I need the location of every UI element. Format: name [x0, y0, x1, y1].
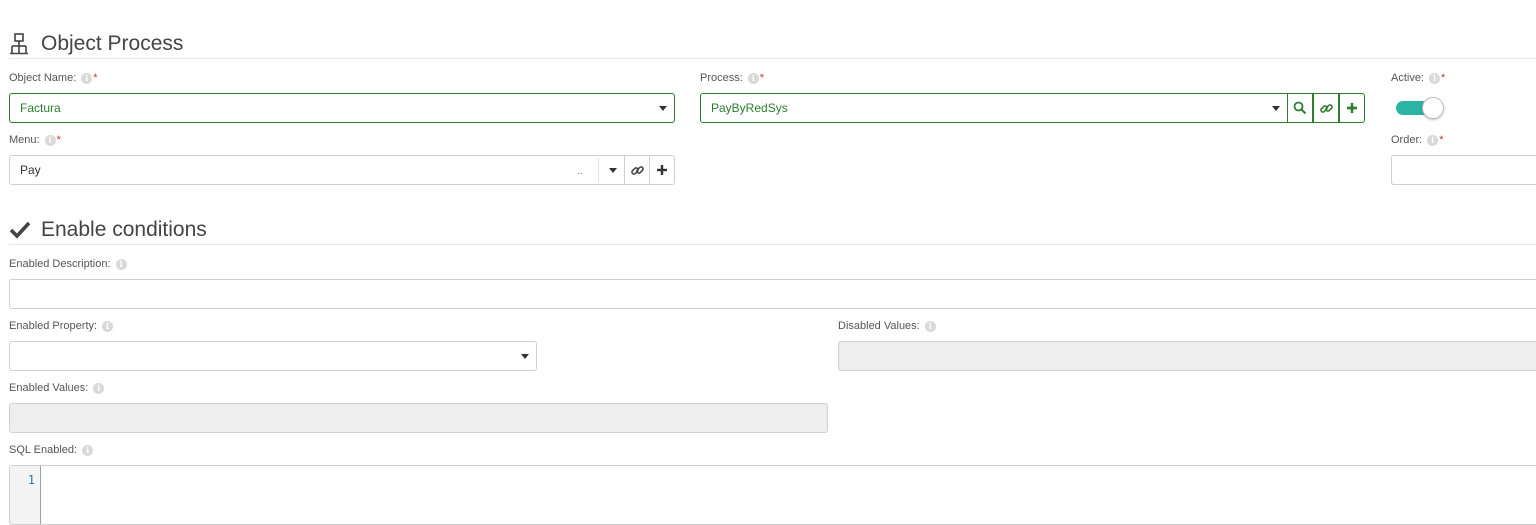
active-label-text: Active:: [1391, 72, 1425, 84]
section-divider: [9, 244, 1536, 245]
chevron-down-icon[interactable]: [659, 106, 667, 111]
sitemap-icon: [9, 33, 31, 55]
search-icon: [1293, 101, 1307, 115]
section-title-object-process: Object Process: [41, 32, 184, 55]
enabled-values-input[interactable]: [9, 403, 828, 433]
section-title-enable-conditions: Enable conditions: [41, 218, 207, 241]
link-icon: [630, 165, 644, 175]
sql-enabled-editor[interactable]: 1: [9, 465, 1536, 525]
info-icon[interactable]: i: [102, 320, 114, 332]
object-name-value: Factura: [20, 101, 61, 115]
enabled-values-label-text: Enabled Values:: [9, 382, 89, 394]
field-separator: [598, 158, 599, 182]
info-icon[interactable]: i: [1427, 134, 1439, 146]
section-divider: [9, 58, 1536, 59]
order-input[interactable]: [1391, 155, 1536, 185]
sql-enabled-label: SQL Enabled: i: [9, 444, 94, 456]
enabled-description-input[interactable]: [9, 279, 1536, 309]
enable-conditions-header: Enable conditions: [9, 217, 207, 243]
disabled-values-label-text: Disabled Values:: [838, 320, 920, 332]
process-select[interactable]: PayByRedSys: [700, 93, 1288, 123]
plus-icon: [1347, 103, 1357, 113]
enabled-property-label: Enabled Property: i: [9, 320, 114, 332]
enabled-description-label: Enabled Description: i: [9, 258, 127, 270]
object-process-header: Object Process: [9, 31, 183, 57]
enabled-property-select[interactable]: [9, 341, 537, 371]
chevron-down-icon[interactable]: [1272, 106, 1280, 111]
menu-select[interactable]: Pay ..: [9, 155, 625, 185]
menu-truncation: ..: [577, 166, 583, 177]
info-icon[interactable]: i: [81, 72, 93, 84]
menu-value: Pay: [20, 163, 41, 177]
required-marker: *: [56, 134, 61, 146]
line-number: 1: [27, 473, 35, 487]
menu-label: Menu: i *: [9, 134, 61, 146]
process-search-button[interactable]: [1287, 93, 1313, 123]
object-name-select[interactable]: Factura: [9, 93, 675, 123]
required-marker: *: [93, 72, 98, 84]
info-icon[interactable]: i: [44, 134, 56, 146]
sql-enabled-label-text: SQL Enabled:: [9, 444, 78, 456]
menu-add-button[interactable]: [649, 155, 675, 185]
checkmark-icon: [9, 219, 31, 241]
object-name-label: Object Name: i *: [9, 72, 98, 84]
enabled-values-label: Enabled Values: i: [9, 382, 105, 394]
link-icon: [1319, 103, 1333, 113]
menu-label-text: Menu:: [9, 134, 40, 146]
required-marker: *: [759, 72, 765, 84]
info-icon[interactable]: i: [93, 382, 105, 394]
required-marker: *: [1441, 72, 1446, 84]
info-icon[interactable]: i: [924, 320, 936, 332]
menu-link-button[interactable]: [624, 155, 650, 185]
active-toggle[interactable]: [1396, 96, 1446, 120]
process-label-text: Process:: [700, 72, 743, 84]
object-name-label-text: Object Name:: [9, 72, 77, 84]
info-icon[interactable]: i: [1429, 72, 1441, 84]
info-icon[interactable]: i: [82, 444, 94, 456]
process-link-button[interactable]: [1313, 93, 1339, 123]
process-label: Process: i *: [700, 72, 764, 84]
chevron-down-icon[interactable]: [521, 354, 529, 359]
line-number-gutter: 1: [10, 466, 41, 524]
info-icon[interactable]: i: [747, 72, 759, 84]
disabled-values-label: Disabled Values: i: [838, 320, 936, 332]
order-label-text: Order:: [1391, 134, 1423, 146]
enabled-description-label-text: Enabled Description:: [9, 258, 111, 270]
plus-icon: [657, 165, 667, 175]
toggle-knob: [1422, 97, 1444, 119]
order-label: Order: i *: [1391, 134, 1443, 146]
chevron-down-icon[interactable]: [609, 168, 617, 173]
disabled-values-input[interactable]: [838, 341, 1536, 371]
process-add-button[interactable]: [1339, 93, 1365, 123]
required-marker: *: [1439, 134, 1444, 146]
process-value: PayByRedSys: [711, 101, 788, 115]
info-icon[interactable]: i: [115, 258, 127, 270]
active-label: Active: i *: [1391, 72, 1445, 84]
enabled-property-label-text: Enabled Property:: [9, 320, 98, 332]
